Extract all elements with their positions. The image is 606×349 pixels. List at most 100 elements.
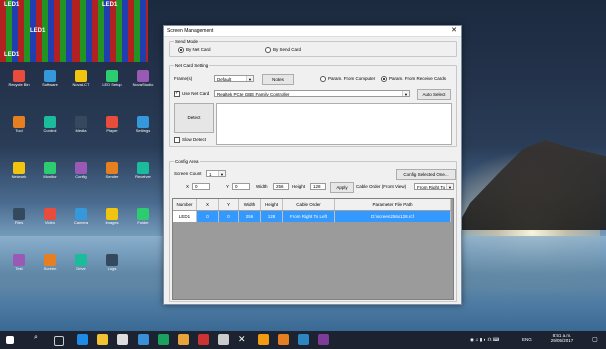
desktop-icon[interactable]: Control — [35, 116, 65, 148]
column-header[interactable]: Cable Order — [283, 199, 335, 210]
desktop-icon[interactable]: Player — [97, 116, 127, 148]
app-icon[interactable] — [138, 334, 149, 345]
cable-order-select[interactable]: From Right To Le ▼ — [414, 183, 454, 190]
task-view-icon[interactable] — [54, 336, 64, 346]
led-label: LED1 — [4, 2, 20, 8]
chevron-down-icon: ▼ — [246, 76, 253, 81]
desktop-icon[interactable]: Folder — [128, 208, 158, 240]
desktop-icon[interactable]: Screen — [35, 254, 65, 286]
windows-start-icon[interactable] — [6, 336, 14, 344]
store-icon[interactable] — [117, 334, 128, 345]
file-explorer-icon[interactable] — [97, 334, 108, 345]
send-mode-legend: Send Mode — [174, 39, 200, 44]
app-icon[interactable] — [178, 334, 189, 345]
net-card-setting-group: Net Card Setting Frame(s) Default ▼ Notes… — [169, 63, 457, 147]
height-label: Height — [292, 184, 306, 189]
auto-select-button[interactable]: Auto Select — [417, 89, 451, 100]
screen-count-select[interactable]: 1 ▼ — [206, 170, 226, 177]
param-from-receive-cards-radio[interactable]: Param. From Receive Cards — [381, 76, 446, 82]
app-icon — [106, 208, 118, 220]
desktop-icon[interactable]: Software — [35, 70, 65, 102]
desktop-icon[interactable]: NovaLCT — [66, 70, 96, 102]
desktop-icon[interactable]: Receiver — [128, 162, 158, 194]
frames-label: Frame(s) — [174, 76, 193, 81]
config-area-legend: Config Area — [174, 159, 200, 164]
close-icon[interactable]: ✕ — [451, 27, 457, 34]
app-icon[interactable] — [278, 334, 289, 345]
height-input[interactable]: 128 — [310, 183, 326, 190]
app-icon[interactable] — [198, 334, 209, 345]
language-indicator[interactable]: ENG — [522, 337, 532, 342]
desktop-icon[interactable]: Tool — [4, 116, 34, 148]
notification-icon[interactable]: ▢ — [592, 336, 598, 343]
app-icon — [75, 70, 87, 82]
use-net-card-label: Use Net Card — [182, 91, 210, 97]
desktop-icon[interactable]: Drive — [66, 254, 96, 286]
window-title: Screen Management — [167, 28, 214, 34]
frames-select[interactable]: Default ▼ — [214, 75, 254, 82]
led-label: LED1 — [4, 52, 20, 58]
column-header[interactable]: Width — [239, 199, 261, 210]
app-icon — [75, 254, 87, 266]
desktop-icon[interactable]: Recycle Bin — [4, 70, 34, 102]
tray-icons[interactable]: ◉ ♫ ▮ ◐ ☊ ⌨ — [470, 337, 499, 343]
table-row[interactable]: LED1 0 0 256 128 From Right To Left D:\s… — [173, 211, 451, 222]
desktop-icon[interactable]: Sender — [97, 162, 127, 194]
desktop-icon-label: NovaLCT — [72, 82, 90, 87]
use-net-card-checkbox[interactable]: Use Net Card — [174, 90, 210, 97]
desktop-icon-label: Sender — [105, 174, 119, 179]
column-header[interactable]: Y — [219, 199, 239, 210]
desktop-icon[interactable]: Camera — [66, 208, 96, 240]
desktop-icon[interactable]: Monitor — [35, 162, 65, 194]
detect-button[interactable]: Detect — [174, 103, 214, 133]
led-preview-area: LED1 LED1 LED1 LED1 — [0, 0, 148, 62]
app-icon[interactable] — [318, 334, 329, 345]
desktop-icon[interactable]: Network — [4, 162, 34, 194]
close-icon[interactable]: ✕ — [238, 334, 249, 345]
notes-button[interactable]: Notes — [262, 74, 294, 85]
app-icon[interactable] — [158, 334, 169, 345]
desktop-icon[interactable]: LED Setup — [97, 70, 127, 102]
app-icon[interactable] — [258, 334, 269, 345]
column-header[interactable]: Parameter File Path — [335, 199, 451, 210]
y-input[interactable]: 0 — [232, 183, 250, 190]
param-from-computer-radio[interactable]: Param. From Computer — [320, 76, 375, 82]
net-card-select[interactable]: Realtek PCIe GBE Family Controller ▼ — [214, 90, 410, 97]
desktop-icon[interactable]: Config — [66, 162, 96, 194]
slow-detect-checkbox[interactable]: Slow Detect — [174, 137, 206, 143]
desktop-icon[interactable]: Test — [4, 254, 34, 286]
by-net-card-radio[interactable]: By Net Card — [178, 47, 211, 53]
desktop-icon[interactable]: Media — [66, 116, 96, 148]
send-mode-group: Send Mode By Net Card By Send Card — [169, 39, 457, 57]
by-send-card-radio[interactable]: By Send Card — [265, 47, 301, 53]
apply-button[interactable]: Apply — [330, 182, 354, 193]
column-header[interactable]: Number — [173, 199, 197, 210]
cable-order-label: Cable Order (Front View) — [356, 184, 407, 189]
table-cell: LED1 — [173, 211, 197, 222]
app-icon — [13, 208, 25, 220]
x-label: X — [186, 184, 190, 189]
desktop-icon[interactable]: Logs — [97, 254, 127, 286]
app-icon[interactable] — [218, 334, 229, 345]
table-cell: 0 — [219, 211, 239, 222]
desktop-icon[interactable]: NovaStudio — [128, 70, 158, 102]
desktop-icon[interactable]: Video — [35, 208, 65, 240]
column-header[interactable]: Height — [261, 199, 283, 210]
desktop-icon-label: Logs — [107, 266, 117, 271]
param-from-receive-cards-label: Param. From Receive Cards — [389, 76, 447, 82]
app-icon — [137, 70, 149, 82]
screen-count-label: Screen Count — [174, 171, 202, 176]
title-bar[interactable]: Screen Management ✕ — [164, 26, 461, 37]
clock[interactable]: 8:51 a.m. 29/05/2017 — [544, 333, 580, 343]
desktop-icon[interactable]: Settings — [128, 116, 158, 148]
edge-icon[interactable] — [77, 334, 88, 345]
search-icon[interactable]: ⌕ — [34, 334, 45, 345]
column-header[interactable]: X — [197, 199, 219, 210]
x-input[interactable]: 0 — [192, 183, 210, 190]
app-icon[interactable] — [298, 334, 309, 345]
config-selected-button[interactable]: Config Selected One... — [396, 169, 456, 180]
desktop-icon[interactable]: Files — [4, 208, 34, 240]
desktop-icon-label: Screen — [43, 266, 57, 271]
width-input[interactable]: 256 — [273, 183, 289, 190]
desktop-icon[interactable]: Images — [97, 208, 127, 240]
